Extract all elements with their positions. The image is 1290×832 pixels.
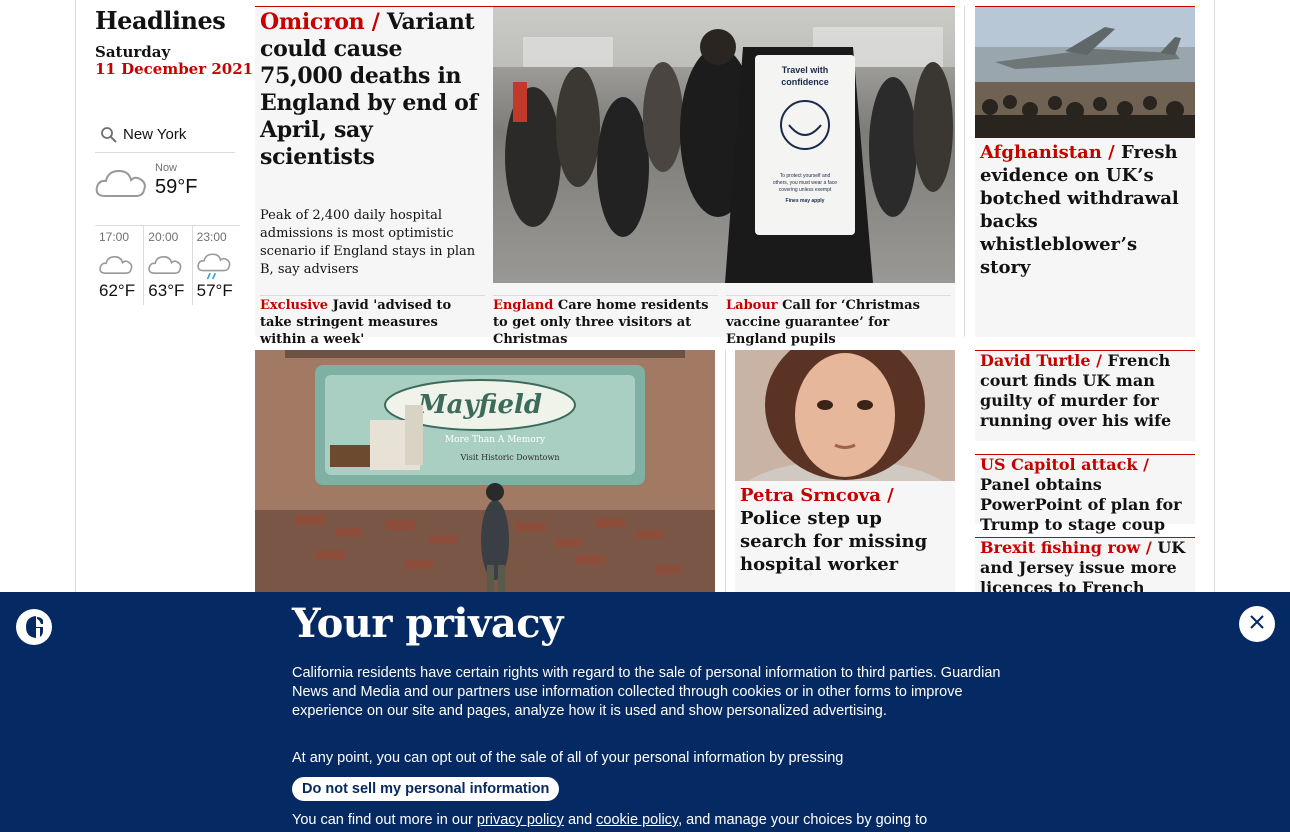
side-story[interactable]: US Capitol attack / Panel obtains PowerP… bbox=[975, 454, 1195, 534]
privacy-consent-banner: Your privacy California residents have c… bbox=[0, 592, 1290, 832]
sign-text: confidence bbox=[781, 77, 829, 87]
side-story-kicker: David Turtle / bbox=[980, 351, 1102, 370]
forecast-item: 23:00 57°F bbox=[191, 226, 240, 305]
sign-text: To protect yourself and bbox=[780, 173, 831, 179]
cookie-policy-link[interactable]: cookie policy bbox=[596, 812, 678, 828]
side-story-kicker: Brexit fishing row / bbox=[980, 538, 1152, 557]
sublink-kicker: Labour bbox=[726, 298, 778, 313]
close-icon bbox=[1249, 614, 1265, 634]
lead-story-card[interactable]: Omicron / Variant could cause 75,000 dea… bbox=[255, 6, 955, 347]
consent-more-prefix: You can find out more in our bbox=[292, 812, 473, 828]
date-day: Saturday bbox=[95, 43, 171, 61]
afghanistan-story-card[interactable]: Afghanistan / Fresh evidence on UK’s bot… bbox=[975, 6, 1195, 337]
forecast-time: 17:00 bbox=[99, 230, 130, 244]
petra-headline[interactable]: Petra Srncova / Police step up search fo… bbox=[740, 484, 950, 576]
weather-now: Now 59°F bbox=[95, 160, 235, 220]
column-divider bbox=[725, 350, 726, 592]
forecast-time: 20:00 bbox=[148, 230, 179, 244]
sign-text: covering unless exempt bbox=[779, 187, 832, 193]
privacy-policy-link[interactable]: privacy policy bbox=[477, 812, 564, 828]
forecast-item: 17:00 62°F bbox=[95, 226, 143, 305]
sign-text: others, you must wear a face bbox=[773, 180, 837, 186]
mural-tagline: Visit Historic Downtown bbox=[460, 453, 560, 462]
lead-image[interactable]: Travel with confidence To protect yourse… bbox=[493, 7, 955, 283]
weather-now-label: Now bbox=[155, 162, 178, 174]
forecast-time: 23:00 bbox=[196, 230, 227, 244]
lead-sublink[interactable]: England Care home residents to get only … bbox=[493, 295, 718, 348]
column-divider bbox=[964, 6, 965, 337]
consent-body: California residents have certain rights… bbox=[292, 665, 1001, 719]
petra-story-card[interactable]: Petra Srncova / Police step up search fo… bbox=[735, 350, 955, 592]
date-full: 11 December 2021 bbox=[95, 60, 254, 78]
forecast-temp: 62°F bbox=[99, 281, 136, 300]
lead-standfirst: Peak of 2,400 daily hospital admissions … bbox=[260, 208, 476, 277]
mural-subtitle: More Than A Memory bbox=[445, 435, 546, 445]
lead-sublink[interactable]: Exclusive Javid 'advised to take stringe… bbox=[260, 295, 485, 348]
side-story-headline: Panel obtains PowerPoint of plan for Tru… bbox=[980, 475, 1182, 534]
mural-title: Mayfield bbox=[417, 390, 542, 420]
weather-forecast: 17:00 62°F 20:00 63°F 23:00 57°F bbox=[95, 225, 240, 305]
weather-location[interactable]: New York bbox=[123, 126, 186, 143]
side-story[interactable]: Brexit fishing row / UK and Jersey issue… bbox=[975, 537, 1195, 592]
sign-text: Travel with bbox=[782, 65, 829, 75]
do-not-sell-button[interactable]: Do not sell my personal information bbox=[292, 777, 560, 801]
cloud-icon bbox=[95, 164, 147, 204]
mayfield-image[interactable]: Mayfield More Than A Memory Visit Histor… bbox=[255, 350, 715, 592]
petra-image[interactable] bbox=[735, 350, 955, 481]
cloud-icon bbox=[148, 252, 182, 280]
consent-optout-text: At any point, you can opt out of the sal… bbox=[292, 750, 844, 766]
search-icon bbox=[95, 126, 123, 144]
lead-kicker: Omicron / bbox=[260, 9, 380, 35]
afghanistan-kicker: Afghanistan / bbox=[980, 142, 1115, 163]
forecast-temp: 63°F bbox=[148, 281, 185, 300]
sign-text: Fines may apply bbox=[786, 198, 825, 204]
petra-headline-text: Police step up search for missing hospit… bbox=[740, 508, 928, 575]
side-story[interactable]: David Turtle / French court finds UK man… bbox=[975, 350, 1195, 441]
sublink-kicker: England bbox=[493, 298, 554, 313]
rain-cloud-icon bbox=[196, 252, 231, 284]
sublink-kicker: Exclusive bbox=[260, 298, 329, 313]
section-heading: Headlines bbox=[95, 6, 226, 35]
guardian-logo-icon bbox=[16, 609, 52, 649]
weather-now-temp: 59°F bbox=[155, 176, 198, 198]
forecast-temp: 57°F bbox=[196, 281, 233, 300]
consent-and: and bbox=[567, 812, 593, 828]
petra-kicker: Petra Srncova / bbox=[740, 485, 894, 506]
consent-more-info: You can find out more in our privacy pol… bbox=[292, 811, 1002, 830]
afghanistan-image[interactable] bbox=[975, 7, 1195, 138]
afghanistan-headline[interactable]: Afghanistan / Fresh evidence on UK’s bot… bbox=[980, 141, 1190, 279]
lead-sublink[interactable]: Labour Call for ‘Christmas vaccine guara… bbox=[726, 295, 951, 348]
lead-headline[interactable]: Omicron / Variant could cause 75,000 dea… bbox=[260, 9, 482, 171]
forecast-item: 20:00 63°F bbox=[143, 226, 191, 305]
side-story-kicker: US Capitol attack / bbox=[980, 455, 1149, 474]
consent-title: Your privacy bbox=[292, 600, 563, 647]
weather-location-search[interactable]: New York bbox=[95, 117, 235, 153]
consent-more-suffix: , and manage your choices by going to bbox=[678, 812, 928, 828]
close-banner-button[interactable] bbox=[1239, 606, 1275, 642]
cloud-icon bbox=[99, 252, 133, 280]
